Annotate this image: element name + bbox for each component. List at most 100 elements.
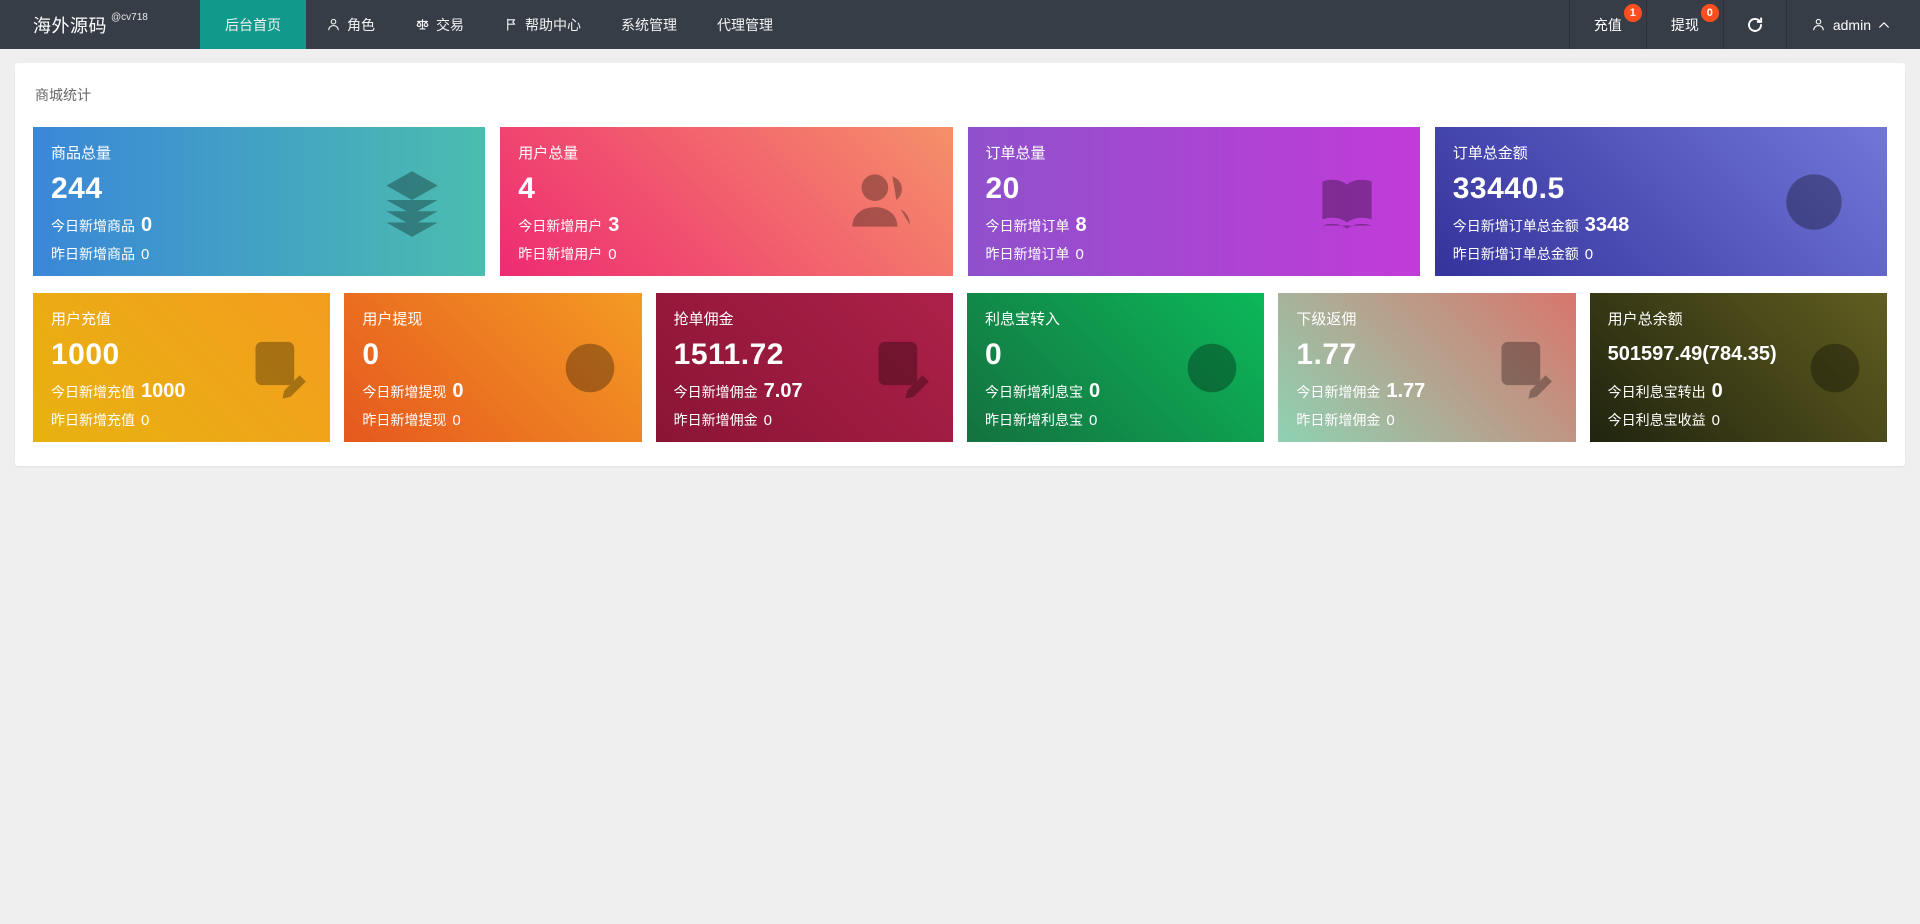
username-label: admin xyxy=(1833,17,1871,33)
panel-title: 商城统计 xyxy=(35,85,1887,105)
stat-card-products-total: 商品总量 244 今日新增商品0 昨日新增商品0 xyxy=(33,127,485,276)
withdraw-label: 提现 xyxy=(1671,15,1699,35)
card-today-value: 3 xyxy=(608,214,619,237)
card-yesterday-label: 昨日新增订单总金额 xyxy=(1453,244,1579,264)
nav-item-label: 代理管理 xyxy=(717,15,773,35)
card-yesterday-label: 昨日新增利息宝 xyxy=(985,410,1083,430)
nav-item-roles[interactable]: 角色 xyxy=(306,0,395,49)
card-yesterday-label: 昨日新增佣金 xyxy=(1296,410,1380,430)
stat-card-user-recharge: 用户充值 1000 今日新增充值1000 昨日新增充值0 xyxy=(33,293,330,442)
card-yesterday-value: 0 xyxy=(1712,412,1720,429)
card-yesterday-label: 昨日新增提现 xyxy=(362,410,446,430)
nav-item-trade[interactable]: 交易 xyxy=(395,0,484,49)
nav-item-help-center[interactable]: 帮助中心 xyxy=(484,0,601,49)
layers-icon xyxy=(371,161,453,243)
brand-badge: @cv718 xyxy=(111,12,148,23)
person-icon xyxy=(1811,17,1826,32)
stat-card-order-commission: 抢单佣金 1511.72 今日新增佣金7.07 昨日新增佣金0 xyxy=(656,293,953,442)
card-yesterday-value: 0 xyxy=(1089,412,1097,429)
dollar-circle-icon xyxy=(1176,332,1248,404)
card-today-value: 0 xyxy=(452,380,463,403)
nav-item-label: 帮助中心 xyxy=(525,15,581,35)
card-yesterday-label: 今日利息宝收益 xyxy=(1608,410,1706,430)
card-yesterday-value: 0 xyxy=(608,246,616,263)
stat-card-users-total: 用户总量 4 今日新增用户3 昨日新增用户0 xyxy=(500,127,952,276)
card-title: 用户总余额 xyxy=(1608,308,1869,329)
stat-card-user-withdraw: 用户提现 0 今日新增提现0 昨日新增提现0 xyxy=(344,293,641,442)
recharge-badge: 1 xyxy=(1624,4,1642,22)
doc-question-icon xyxy=(1488,332,1560,404)
card-yesterday-value: 0 xyxy=(764,412,772,429)
nav-item-label: 系统管理 xyxy=(621,15,677,35)
card-title: 利息宝转入 xyxy=(985,308,1246,329)
stat-card-sub-rebate: 下级返佣 1.77 今日新增佣金1.77 昨日新增佣金0 xyxy=(1278,293,1575,442)
card-today-label: 今日新增提现 xyxy=(362,382,446,402)
brand-name: 海外源码 xyxy=(33,12,107,38)
card-today-label: 今日新增商品 xyxy=(51,216,135,236)
main-content: 商城统计 商品总量 244 今日新增商品0 昨日新增商品0 用户总量 4 今日新… xyxy=(0,63,1920,466)
card-today-value: 0 xyxy=(1089,380,1100,403)
users-icon xyxy=(839,161,921,243)
doc-question-icon xyxy=(865,332,937,404)
recharge-button[interactable]: 充值 1 xyxy=(1569,0,1646,49)
nav-item-dashboard[interactable]: 后台首页 xyxy=(200,0,306,49)
card-yesterday-value: 0 xyxy=(452,412,460,429)
card-yesterday-value: 0 xyxy=(1585,246,1593,263)
card-yesterday-value: 0 xyxy=(1076,246,1084,263)
nav-item-system-mgmt[interactable]: 系统管理 xyxy=(601,0,697,49)
card-today-label: 今日新增佣金 xyxy=(674,382,758,402)
card-yesterday-value: 0 xyxy=(141,412,149,429)
user-menu[interactable]: admin xyxy=(1786,0,1920,49)
card-yesterday-label: 昨日新增佣金 xyxy=(674,410,758,430)
stat-card-user-balance: 用户总余额 501597.49(784.35) 今日利息宝转出0 今日利息宝收益… xyxy=(1590,293,1887,442)
card-today-label: 今日新增用户 xyxy=(518,216,602,236)
yen-circle-icon xyxy=(1773,161,1855,243)
card-today-value: 8 xyxy=(1076,214,1087,237)
stat-card-orders-total: 订单总量 20 今日新增订单8 昨日新增订单0 xyxy=(968,127,1420,276)
card-yesterday-label: 昨日新增商品 xyxy=(51,244,135,264)
card-yesterday-value: 0 xyxy=(141,246,149,263)
card-today-value: 1000 xyxy=(141,380,186,403)
nav-item-label: 后台首页 xyxy=(225,15,281,35)
nav-item-agent-mgmt[interactable]: 代理管理 xyxy=(697,0,793,49)
doc-question-icon xyxy=(242,332,314,404)
main-menu: 后台首页 角色 交易 帮助中心 系统管理 代理管理 xyxy=(200,0,793,49)
card-today-value: 0 xyxy=(1712,380,1723,403)
card-today-value: 3348 xyxy=(1585,214,1630,237)
chevron-up-icon xyxy=(1878,21,1890,29)
card-yesterday-value: 0 xyxy=(1386,412,1394,429)
stats-panel: 商城统计 商品总量 244 今日新增商品0 昨日新增商品0 用户总量 4 今日新… xyxy=(15,63,1905,466)
brand-logo[interactable]: 海外源码 @cv718 xyxy=(0,0,200,49)
card-today-label: 今日新增佣金 xyxy=(1296,382,1380,402)
card-title: 抢单佣金 xyxy=(674,308,935,329)
card-today-value: 0 xyxy=(141,214,152,237)
scales-icon xyxy=(415,17,430,32)
withdraw-button[interactable]: 提现 0 xyxy=(1646,0,1723,49)
stat-card-order-amount: 订单总金额 33440.5 今日新增订单总金额3348 昨日新增订单总金额0 xyxy=(1435,127,1887,276)
dollar-circle-icon xyxy=(1799,332,1871,404)
stats-row-2: 用户充值 1000 今日新增充值1000 昨日新增充值0 用户提现 0 今日新增… xyxy=(33,293,1887,442)
nav-item-label: 角色 xyxy=(347,15,375,35)
card-today-label: 今日新增订单总金额 xyxy=(1453,216,1579,236)
top-navbar: 海外源码 @cv718 后台首页 角色 交易 帮助中心 系统管理 xyxy=(0,0,1920,49)
withdraw-badge: 0 xyxy=(1701,4,1719,22)
card-yesterday-label: 昨日新增订单 xyxy=(986,244,1070,264)
navbar-right: 充值 1 提现 0 admin xyxy=(1569,0,1920,49)
card-today-label: 今日利息宝转出 xyxy=(1608,382,1706,402)
stat-card-interest-in: 利息宝转入 0 今日新增利息宝0 昨日新增利息宝0 xyxy=(967,293,1264,442)
person-icon xyxy=(326,17,341,32)
dollar-circle-icon xyxy=(554,332,626,404)
reload-icon xyxy=(1746,16,1764,34)
card-yesterday-label: 昨日新增充值 xyxy=(51,410,135,430)
stats-row-1: 商品总量 244 今日新增商品0 昨日新增商品0 用户总量 4 今日新增用户3 … xyxy=(33,127,1887,276)
card-title: 用户提现 xyxy=(362,308,623,329)
refresh-button[interactable] xyxy=(1723,0,1786,49)
card-yesterday-label: 昨日新增用户 xyxy=(518,244,602,264)
card-today-value: 1.77 xyxy=(1386,380,1425,403)
flag-icon xyxy=(504,17,519,32)
card-today-label: 今日新增利息宝 xyxy=(985,382,1083,402)
book-icon xyxy=(1306,161,1388,243)
card-title: 用户充值 xyxy=(51,308,312,329)
card-title: 下级返佣 xyxy=(1296,308,1557,329)
recharge-label: 充值 xyxy=(1594,15,1622,35)
